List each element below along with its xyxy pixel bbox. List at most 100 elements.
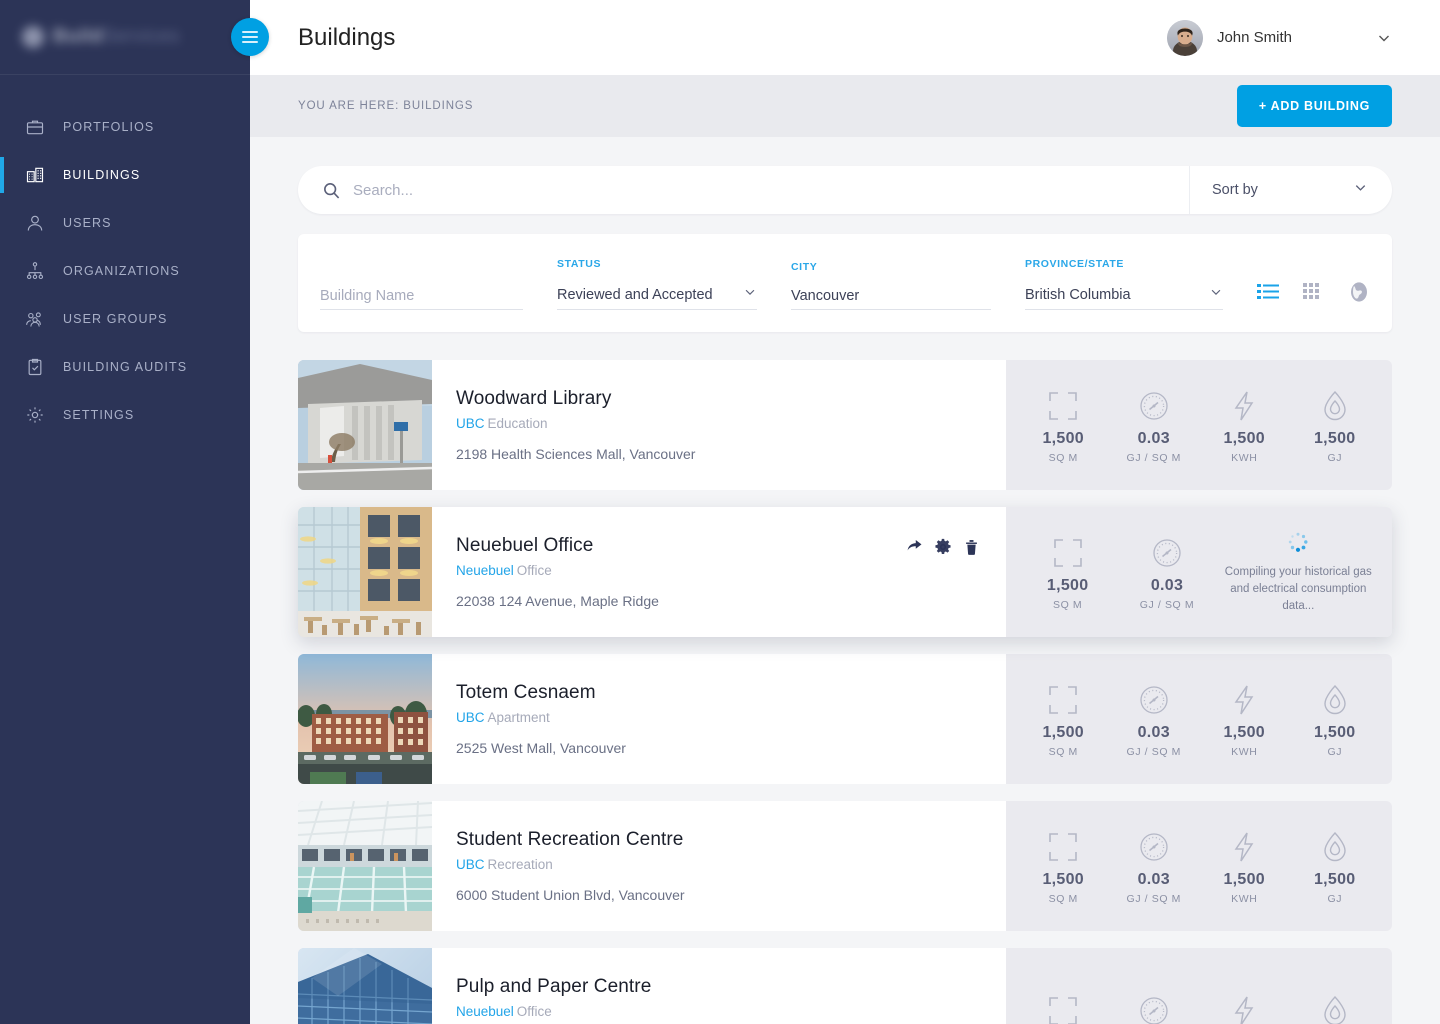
- building-name-input[interactable]: [320, 288, 523, 304]
- building-card-main[interactable]: Totem Cesnaem UBC Apartment 2525 West Mal…: [298, 654, 1006, 784]
- stat-value: 1,500: [1042, 430, 1085, 447]
- building-meta: UBC Recreation: [456, 857, 1006, 872]
- building-thumbnail: [298, 801, 432, 931]
- stat-unit: GJ: [1327, 746, 1343, 758]
- user-group-icon: [25, 309, 45, 329]
- avatar: [1166, 19, 1203, 56]
- stat-electricity: [1201, 991, 1287, 1024]
- sort-by-dropdown[interactable]: Sort by: [1189, 166, 1392, 214]
- sidebar-item-portfolios[interactable]: PORTFOLIOS: [0, 103, 250, 151]
- building-org: UBC: [456, 710, 485, 725]
- sidebar-item-label: USER GROUPS: [63, 312, 168, 326]
- gauge-icon: [1111, 680, 1197, 720]
- globe-view-icon[interactable]: [1348, 281, 1370, 308]
- logo-text: BuildServices: [53, 26, 180, 47]
- sidebar-item-buildings[interactable]: BUILDINGS: [0, 151, 250, 199]
- building-card[interactable]: Neuebuel Office Neuebuel Office 22038 124…: [298, 507, 1392, 637]
- stat-area: 1,500 SQ M: [1025, 533, 1111, 611]
- user-icon: [25, 213, 45, 233]
- area-frame-icon: [1020, 991, 1106, 1024]
- area-frame-icon: [1025, 533, 1111, 573]
- flame-drop-icon: [1292, 991, 1378, 1024]
- building-org: Neuebuel: [456, 1004, 514, 1019]
- stat-unit: GJ: [1327, 893, 1343, 905]
- building-info: Pulp and Paper Centre Neuebuel Office: [432, 948, 1006, 1024]
- stat-area: 1,500 SQ M: [1020, 680, 1106, 758]
- sidebar-item-users[interactable]: USERS: [0, 199, 250, 247]
- stat-electricity: 1,500 KWH: [1201, 680, 1287, 758]
- building-address: 2525 West Mall, Vancouver: [456, 740, 626, 756]
- stat-value: 1,500: [1046, 577, 1089, 594]
- building-thumbnail: [298, 507, 432, 637]
- stat-value: 1,500: [1223, 430, 1266, 447]
- stat-area: 1,500 SQ M: [1020, 827, 1106, 905]
- chevron-down-icon: [1209, 285, 1223, 304]
- stat-unit: SQ M: [1048, 893, 1078, 905]
- user-name: John Smith: [1216, 29, 1292, 46]
- area-frame-icon: [1020, 680, 1106, 720]
- briefcase-icon: [25, 117, 45, 137]
- building-name: Totem Cesnaem: [456, 682, 596, 703]
- building-name: Student Recreation Centre: [456, 829, 684, 850]
- filter-status[interactable]: STATUS Reviewed and Accepted: [557, 258, 757, 310]
- share-icon[interactable]: [904, 537, 923, 561]
- stat-gas: [1292, 991, 1378, 1024]
- building-card-main[interactable]: Neuebuel Office Neuebuel Office 22038 124…: [298, 507, 1006, 637]
- sidebar-item-organizations[interactable]: ORGANIZATIONS: [0, 247, 250, 295]
- building-thumbnail: [298, 654, 432, 784]
- building-address: 6000 Student Union Blvd, Vancouver: [456, 887, 685, 903]
- stat-unit: KWH: [1231, 452, 1258, 464]
- stat-intensity: 0.03 GJ / SQ M: [1124, 533, 1210, 611]
- stat-unit: SQ M: [1048, 746, 1078, 758]
- filter-province-state[interactable]: PROVINCE/STATE British Columbia: [1025, 258, 1223, 310]
- stat-gas: 1,500 GJ: [1292, 386, 1378, 464]
- chevron-down-icon: [743, 285, 757, 304]
- sidebar-item-label: USERS: [63, 216, 112, 230]
- search-field[interactable]: [298, 166, 1189, 214]
- user-menu[interactable]: John Smith: [1166, 19, 1392, 56]
- sidebar-toggle-button[interactable]: [231, 18, 269, 56]
- sidebar-item-label: BUILDING AUDITS: [63, 360, 188, 374]
- sidebar-item-settings[interactable]: SETTINGS: [0, 391, 250, 439]
- clipboard-check-icon: [25, 357, 45, 377]
- building-card-main[interactable]: Student Recreation Centre UBC Recreation …: [298, 801, 1006, 931]
- building-meta: UBC Apartment: [456, 710, 1006, 725]
- app-root: BuildServices PORTFOLIOS BUILDINGS USERS…: [0, 0, 1440, 1024]
- list-view-icon[interactable]: [1257, 282, 1279, 307]
- trash-icon[interactable]: [963, 538, 980, 561]
- filter-building-name[interactable]: [320, 288, 523, 310]
- stat-gas: 1,500 GJ: [1292, 680, 1378, 758]
- building-card[interactable]: Woodward Library UBC Education 2198 Healt…: [298, 360, 1392, 490]
- sidebar: BuildServices PORTFOLIOS BUILDINGS USERS…: [0, 0, 250, 1024]
- building-thumbnail: [298, 360, 432, 490]
- sidebar-item-user-groups[interactable]: USER GROUPS: [0, 295, 250, 343]
- stats-loading: Compiling your historical gas and electr…: [1223, 529, 1373, 614]
- filter-city[interactable]: CITY Vancouver: [791, 261, 991, 310]
- building-card[interactable]: Student Recreation Centre UBC Recreation …: [298, 801, 1392, 931]
- province-state-value: British Columbia: [1025, 286, 1131, 303]
- stat-unit: GJ / SQ M: [1139, 599, 1195, 611]
- stat-value: 0.03: [1150, 577, 1184, 594]
- sidebar-item-building-audits[interactable]: BUILDING AUDITS: [0, 343, 250, 391]
- stat-value: 0.03: [1137, 430, 1170, 447]
- building-stats: [1006, 948, 1392, 1024]
- building-address: 2198 Health Sciences Mall, Vancouver: [456, 446, 696, 462]
- logo-area[interactable]: BuildServices: [0, 0, 250, 75]
- search-input[interactable]: [353, 181, 1151, 199]
- gear-icon[interactable]: [934, 538, 952, 561]
- main-area: Buildings John Smith YOU ARE HERE: BUILD…: [250, 0, 1440, 1024]
- building-card-main[interactable]: Pulp and Paper Centre Neuebuel Office: [298, 948, 1006, 1024]
- building-card[interactable]: Pulp and Paper Centre Neuebuel Office: [298, 948, 1392, 1024]
- grid-view-icon[interactable]: [1303, 282, 1324, 307]
- building-info: Totem Cesnaem UBC Apartment 2525 West Mal…: [432, 654, 1006, 784]
- building-card[interactable]: Totem Cesnaem UBC Apartment 2525 West Mal…: [298, 654, 1392, 784]
- stat-value: 1,500: [1042, 871, 1085, 888]
- chevron-down-icon[interactable]: [1376, 30, 1392, 46]
- building-card-main[interactable]: Woodward Library UBC Education 2198 Healt…: [298, 360, 1006, 490]
- add-building-button[interactable]: + ADD BUILDING: [1236, 85, 1392, 127]
- building-name: Pulp and Paper Centre: [456, 976, 652, 997]
- gauge-icon: [1111, 386, 1197, 426]
- building-type: Education: [487, 416, 548, 431]
- top-bar: Buildings John Smith: [250, 0, 1440, 75]
- page-title: Buildings: [298, 23, 396, 51]
